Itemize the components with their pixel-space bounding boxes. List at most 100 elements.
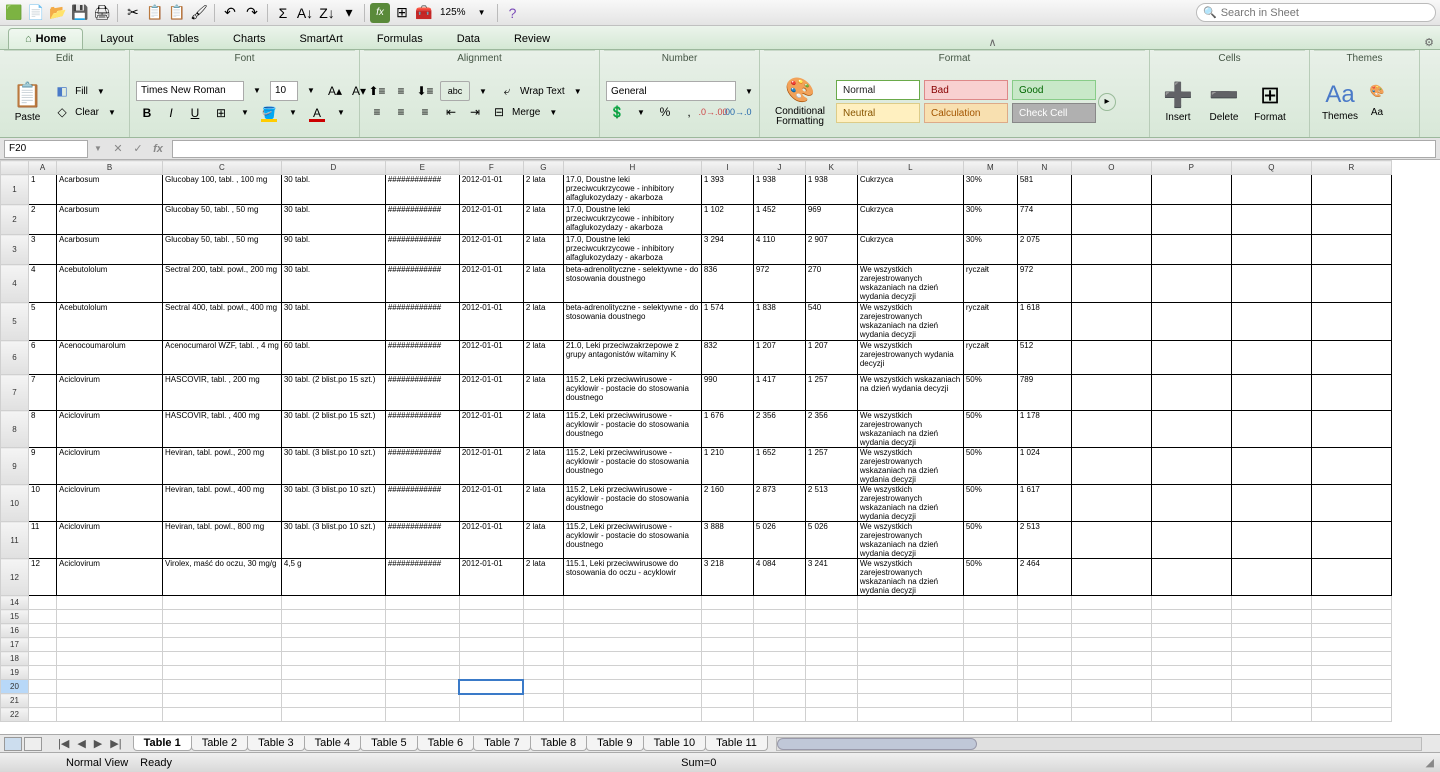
horizontal-scrollbar[interactable] — [776, 737, 1422, 751]
cell[interactable] — [29, 652, 57, 666]
cell[interactable] — [29, 610, 57, 624]
cell[interactable] — [1071, 559, 1151, 596]
row-header-16[interactable]: 16 — [1, 624, 29, 638]
bold-button[interactable]: B — [136, 103, 158, 123]
cell[interactable] — [857, 708, 963, 722]
cell[interactable] — [1017, 610, 1071, 624]
col-header-N[interactable]: N — [1017, 161, 1071, 175]
cell[interactable]: ############ — [385, 303, 459, 341]
tab-review[interactable]: Review — [497, 28, 567, 49]
cell[interactable] — [963, 652, 1017, 666]
name-box-dropdown-icon[interactable]: ▼ — [88, 140, 108, 158]
cell[interactable]: ryczałt — [963, 265, 1017, 303]
cell[interactable] — [57, 652, 163, 666]
show-formulas-icon[interactable]: ⊞ — [392, 3, 412, 23]
cell[interactable] — [29, 596, 57, 610]
cell[interactable] — [857, 652, 963, 666]
cell[interactable] — [563, 652, 701, 666]
cell[interactable]: 1 574 — [701, 303, 753, 341]
cell[interactable]: 17.0, Doustne leki przeciwcukrzycowe - i… — [563, 205, 701, 235]
italic-button[interactable]: I — [160, 103, 182, 123]
cell[interactable] — [1151, 265, 1231, 303]
sort-desc-icon[interactable]: Z↓ — [317, 3, 337, 23]
cell[interactable] — [523, 624, 563, 638]
cell[interactable]: Glucobay 50, tabl. , 50 mg — [163, 235, 282, 265]
conditional-formatting-button[interactable]: 🎨Conditional Formatting — [766, 70, 834, 134]
cell[interactable]: Aciclovirum — [57, 448, 163, 485]
cell[interactable]: 50% — [963, 559, 1017, 596]
font-name-select[interactable]: Times New Roman — [136, 81, 244, 101]
cell[interactable] — [1151, 652, 1231, 666]
cell[interactable] — [1071, 205, 1151, 235]
cell[interactable] — [1311, 694, 1391, 708]
cell[interactable] — [523, 708, 563, 722]
cell[interactable] — [1311, 205, 1391, 235]
cell[interactable] — [805, 610, 857, 624]
cell[interactable] — [385, 694, 459, 708]
cell[interactable]: Heviran, tabl. powl., 800 mg — [163, 522, 282, 559]
cell[interactable] — [1311, 666, 1391, 680]
align-bottom-icon[interactable]: ⬇≡ — [414, 81, 436, 101]
cancel-formula-icon[interactable]: ✕ — [108, 140, 128, 158]
cell[interactable] — [57, 680, 163, 694]
cell[interactable]: ############ — [385, 485, 459, 522]
cell[interactable]: 2 lata — [523, 341, 563, 375]
cell[interactable] — [57, 596, 163, 610]
cell[interactable] — [1151, 680, 1231, 694]
cell[interactable] — [385, 638, 459, 652]
cell[interactable]: Sectral 200, tabl. powl., 200 mg — [163, 265, 282, 303]
cell[interactable] — [563, 694, 701, 708]
row-header-7[interactable]: 7 — [1, 375, 29, 411]
cell[interactable] — [1017, 680, 1071, 694]
cell[interactable]: 30% — [963, 235, 1017, 265]
cell[interactable] — [753, 666, 805, 680]
col-header-A[interactable]: A — [29, 161, 57, 175]
clear-dropdown-icon[interactable]: ▼ — [101, 102, 123, 122]
cell[interactable] — [1311, 175, 1391, 205]
cell[interactable]: 1 676 — [701, 411, 753, 448]
cell[interactable]: ############ — [385, 559, 459, 596]
cell[interactable] — [523, 666, 563, 680]
cell[interactable] — [1151, 303, 1231, 341]
cell[interactable] — [1071, 610, 1151, 624]
font-color-button[interactable]: A — [306, 103, 328, 123]
cell[interactable]: 1 617 — [1017, 485, 1071, 522]
format-painter-icon[interactable]: 🖌 — [189, 3, 209, 23]
row-header-2[interactable]: 2 — [1, 205, 29, 235]
cell[interactable] — [963, 610, 1017, 624]
cell[interactable] — [57, 624, 163, 638]
cell[interactable]: 2 873 — [753, 485, 805, 522]
cell[interactable]: 1 652 — [753, 448, 805, 485]
cell[interactable]: 2012-01-01 — [459, 375, 523, 411]
cell[interactable] — [1231, 708, 1311, 722]
col-header-Q[interactable]: Q — [1231, 161, 1311, 175]
cell[interactable] — [385, 652, 459, 666]
cell[interactable] — [523, 652, 563, 666]
wrap-text-button[interactable]: ⤶ — [496, 81, 518, 101]
cell[interactable] — [1231, 448, 1311, 485]
cell[interactable]: 115.1, Leki przeciwwirusowe do stosowani… — [563, 559, 701, 596]
cell[interactable]: 4,5 g — [281, 559, 385, 596]
cell[interactable]: 30% — [963, 205, 1017, 235]
cell[interactable]: 9 — [29, 448, 57, 485]
clear-icon[interactable]: ◇ — [51, 102, 73, 122]
border-button[interactable]: ⊞ — [210, 103, 232, 123]
cell[interactable]: Aciclovirum — [57, 411, 163, 448]
cell[interactable] — [29, 708, 57, 722]
cell[interactable]: 115.2, Leki przeciwwirusowe - acyklowir … — [563, 411, 701, 448]
cell[interactable] — [1017, 666, 1071, 680]
style-calculation[interactable]: Calculation — [924, 103, 1008, 123]
cell[interactable] — [1231, 303, 1311, 341]
cell[interactable]: 8 — [29, 411, 57, 448]
cell[interactable] — [857, 596, 963, 610]
cell[interactable] — [459, 666, 523, 680]
cell[interactable] — [963, 680, 1017, 694]
sheet-next-icon[interactable]: ▶ — [90, 737, 106, 750]
cell[interactable]: 512 — [1017, 341, 1071, 375]
cell[interactable]: ############ — [385, 411, 459, 448]
cell[interactable] — [163, 596, 282, 610]
cell[interactable] — [1017, 624, 1071, 638]
cell[interactable] — [1151, 485, 1231, 522]
merge-button[interactable]: ⊟ — [488, 102, 510, 122]
cell[interactable]: 2012-01-01 — [459, 559, 523, 596]
